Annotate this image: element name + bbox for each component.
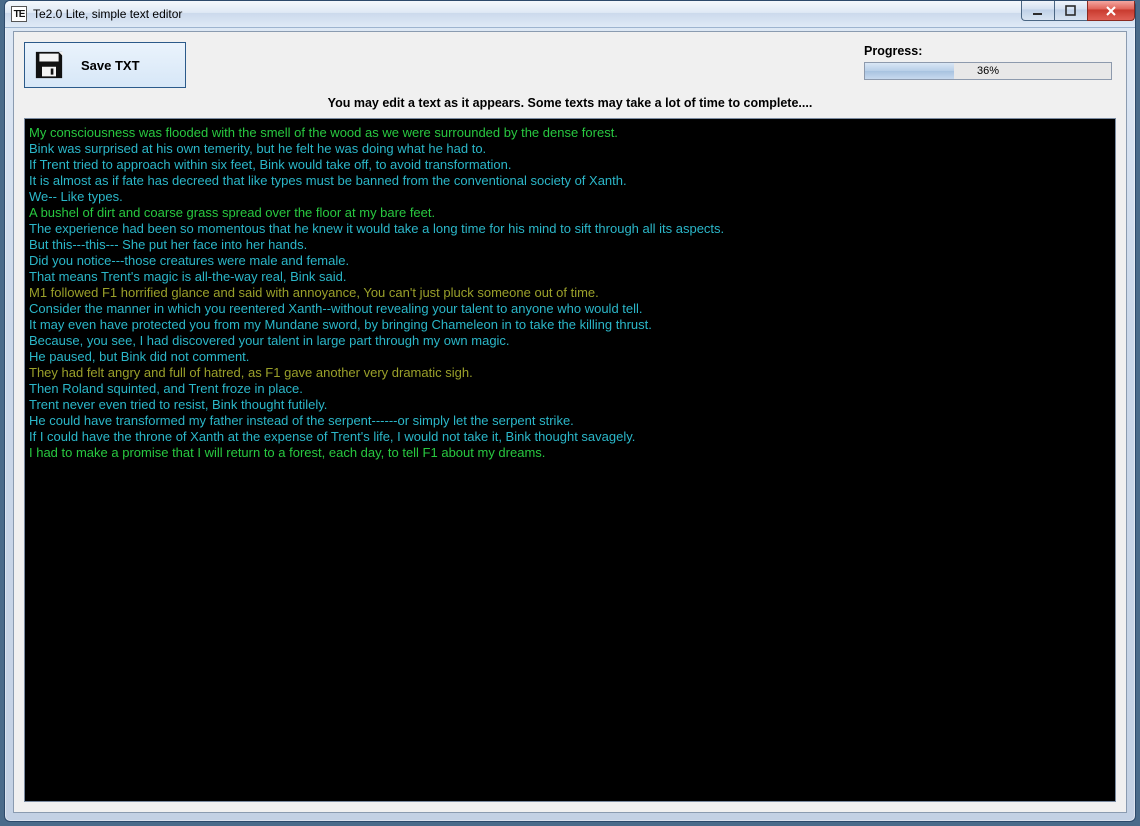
maximize-icon bbox=[1065, 5, 1077, 17]
minimize-icon bbox=[1032, 5, 1044, 17]
editor-line[interactable]: Consider the manner in which you reenter… bbox=[29, 301, 1111, 317]
hint-text: You may edit a text as it appears. Some … bbox=[14, 96, 1126, 110]
minimize-button[interactable] bbox=[1021, 1, 1055, 21]
editor-line[interactable]: If I could have the throne of Xanth at t… bbox=[29, 429, 1111, 445]
editor-line[interactable]: I had to make a promise that I will retu… bbox=[29, 445, 1111, 461]
window-title: Te2.0 Lite, simple text editor bbox=[33, 7, 182, 21]
editor-line[interactable]: He could have transformed my father inst… bbox=[29, 413, 1111, 429]
progress-text: 36% bbox=[865, 63, 1111, 79]
editor-line[interactable]: Did you notice---those creatures were ma… bbox=[29, 253, 1111, 269]
editor-line[interactable]: They had felt angry and full of hatred, … bbox=[29, 365, 1111, 381]
editor-line[interactable]: He paused, but Bink did not comment. bbox=[29, 349, 1111, 365]
editor-line[interactable]: That means Trent's magic is all-the-way … bbox=[29, 269, 1111, 285]
editor-line[interactable]: But this---this--- She put her face into… bbox=[29, 237, 1111, 253]
editor-line[interactable]: Then Roland squinted, and Trent froze in… bbox=[29, 381, 1111, 397]
text-editor[interactable]: My consciousness was flooded with the sm… bbox=[24, 118, 1116, 802]
editor-line[interactable]: The experience had been so momentous tha… bbox=[29, 221, 1111, 237]
editor-line[interactable]: Bink was surprised at his own temerity, … bbox=[29, 141, 1111, 157]
editor-line[interactable]: A bushel of dirt and coarse grass spread… bbox=[29, 205, 1111, 221]
maximize-button[interactable] bbox=[1054, 1, 1088, 21]
floppy-icon bbox=[35, 51, 63, 79]
window-controls bbox=[1022, 1, 1135, 21]
editor-line[interactable]: We-- Like types. bbox=[29, 189, 1111, 205]
close-icon bbox=[1104, 5, 1118, 17]
editor-line[interactable]: My consciousness was flooded with the sm… bbox=[29, 125, 1111, 141]
toolbar: Save TXT Progress: 36% You may edit a te… bbox=[14, 32, 1126, 112]
editor-line[interactable]: Because, you see, I had discovered your … bbox=[29, 333, 1111, 349]
editor-line[interactable]: Trent never even tried to resist, Bink t… bbox=[29, 397, 1111, 413]
app-window: TE Te2.0 Lite, simple text editor bbox=[4, 0, 1136, 822]
save-button-label: Save TXT bbox=[81, 58, 140, 73]
editor-line[interactable]: If Trent tried to approach within six fe… bbox=[29, 157, 1111, 173]
titlebar[interactable]: TE Te2.0 Lite, simple text editor bbox=[5, 1, 1135, 28]
progress-label: Progress: bbox=[864, 44, 1112, 58]
save-button[interactable]: Save TXT bbox=[24, 42, 186, 88]
editor-line[interactable]: M1 followed F1 horrified glance and said… bbox=[29, 285, 1111, 301]
app-icon: TE bbox=[11, 6, 27, 22]
client-area: Save TXT Progress: 36% You may edit a te… bbox=[13, 31, 1127, 813]
progress-bar: 36% bbox=[864, 62, 1112, 80]
close-button[interactable] bbox=[1087, 1, 1135, 21]
editor-line[interactable]: It may even have protected you from my M… bbox=[29, 317, 1111, 333]
progress-block: Progress: 36% bbox=[864, 44, 1112, 80]
editor-line[interactable]: It is almost as if fate has decreed that… bbox=[29, 173, 1111, 189]
